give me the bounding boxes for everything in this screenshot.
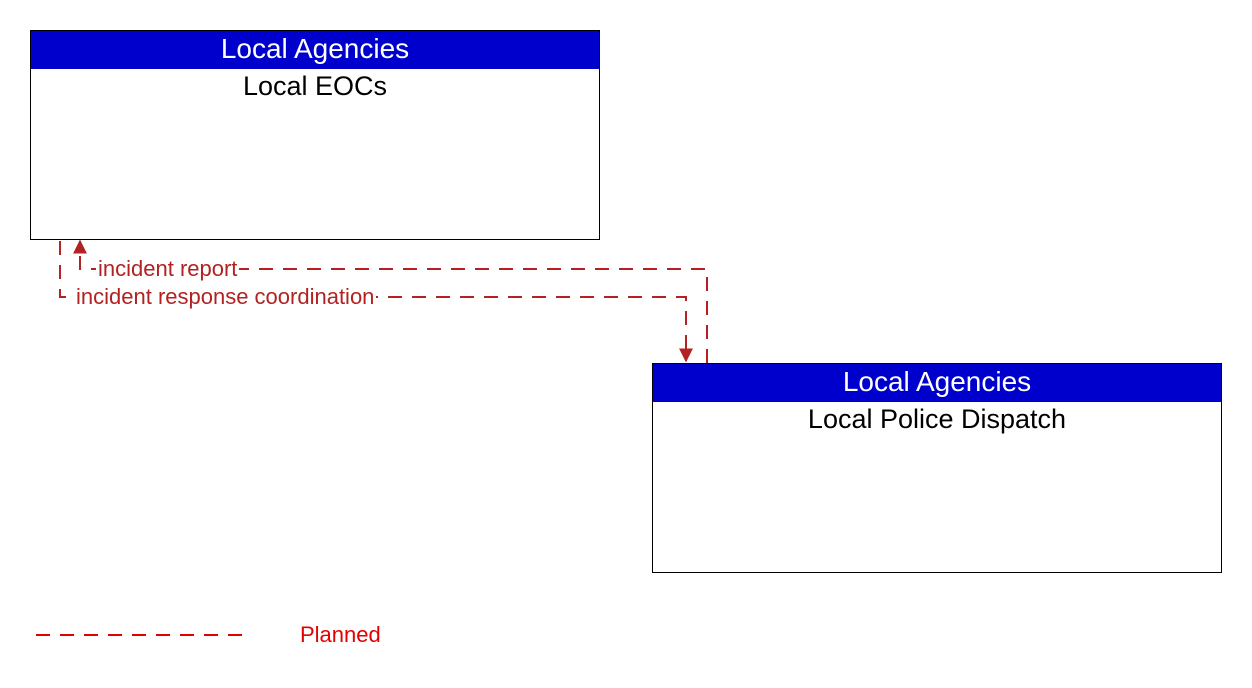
box-local-eocs-body: Local EOCs — [31, 69, 599, 102]
box-local-police-dispatch-body: Local Police Dispatch — [653, 402, 1221, 435]
flow-label-incident-response-coordination: incident response coordination — [74, 284, 376, 310]
box-local-eocs-header: Local Agencies — [31, 31, 599, 69]
box-local-police-dispatch-header: Local Agencies — [653, 364, 1221, 402]
box-local-police-dispatch: Local Agencies Local Police Dispatch — [652, 363, 1222, 573]
legend-planned-label: Planned — [300, 622, 381, 648]
box-local-eocs: Local Agencies Local EOCs — [30, 30, 600, 240]
flow-label-incident-report: incident report — [96, 256, 239, 282]
